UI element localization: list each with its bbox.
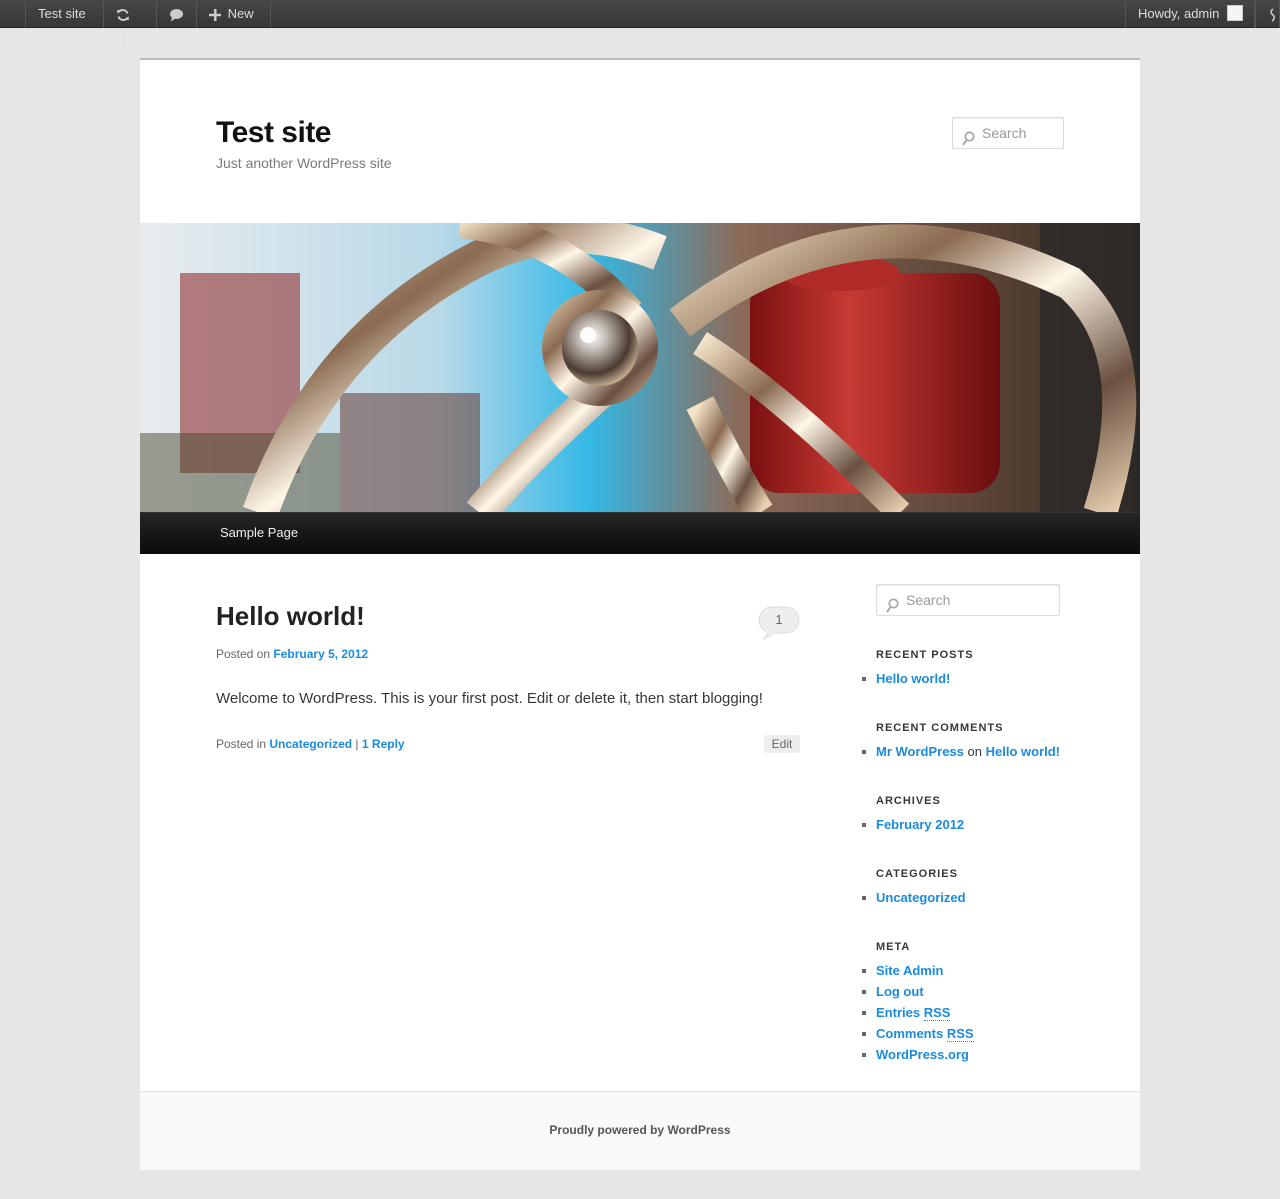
admin-bar-edge-tab[interactable] (1254, 0, 1280, 28)
admin-bar-account-label: Howdy, admin (1137, 6, 1220, 21)
admin-bar-new-label: New (227, 6, 254, 21)
post-replies-link[interactable]: 1 Reply (362, 737, 405, 751)
search-icon (886, 593, 899, 623)
post-title[interactable]: Hello world! (216, 601, 365, 632)
list-item: Hello world! (861, 668, 950, 689)
posted-on-label: Posted on (216, 647, 271, 661)
recent-posts-list: Hello world! (861, 668, 950, 689)
edit-post-button[interactable]: Edit (764, 735, 800, 753)
list-item: Comments RSS (862, 1023, 974, 1044)
post-content: Welcome to WordPress. This is your first… (216, 690, 763, 707)
post-footer: Posted in Uncategorized | 1 Reply (216, 737, 405, 751)
avatar-icon (1227, 5, 1243, 22)
list-item: Site Admin (862, 960, 974, 981)
main-navigation: Sample Page (140, 512, 1140, 554)
header-banner-image (140, 223, 1140, 513)
rss-abbr: RSS (923, 1005, 951, 1021)
list-item: Mr WordPress on Hello world! (861, 741, 1060, 762)
site-admin-link[interactable]: Site Admin (876, 963, 943, 978)
admin-bar-updates-count: 1 (120, 33, 128, 48)
recent-posts-title: Recent Posts (876, 649, 974, 661)
search-icon (962, 126, 975, 156)
recent-comments-list: Mr WordPress on Hello world! (861, 741, 1060, 762)
meta-separator: | (355, 737, 359, 751)
category-link[interactable]: Uncategorized (876, 890, 966, 905)
post-category-link[interactable]: Uncategorized (269, 737, 352, 751)
list-item: Uncategorized (862, 887, 966, 908)
comment-author-link[interactable]: Mr WordPress (876, 744, 964, 759)
admin-bar-site-label: Test site (38, 6, 86, 21)
site-title[interactable]: Test site (216, 116, 332, 150)
entries-rss-link[interactable]: Entries RSS (876, 1005, 951, 1021)
list-item: WordPress.org (862, 1044, 974, 1065)
admin-bar-new[interactable]: New (197, 0, 271, 28)
archives-title: Archives (876, 795, 941, 807)
categories-list: Uncategorized (862, 887, 966, 908)
plus-icon (209, 6, 225, 21)
comments-label: Comments (876, 1026, 944, 1041)
entries-label: Entries (876, 1005, 921, 1020)
admin-bar-comments[interactable] (157, 0, 197, 28)
list-item: February 2012 (861, 814, 964, 835)
meta-title: Meta (876, 941, 911, 953)
comment-post-link[interactable]: Hello world! (986, 744, 1060, 759)
admin-bar-account[interactable]: Howdy, admin (1124, 0, 1256, 28)
squiggle-icon (1270, 7, 1276, 22)
wordpress-org-link[interactable]: WordPress.org (876, 1047, 969, 1062)
comment-count: 1 (775, 612, 783, 627)
comments-rss-link[interactable]: Comments RSS (876, 1026, 974, 1042)
header-search-placeholder: Search (982, 125, 1027, 141)
comment-count-bubble[interactable]: 1 (758, 606, 800, 641)
nav-item-sample-page[interactable]: Sample Page (220, 513, 298, 553)
refresh-icon (116, 6, 130, 21)
site-tagline: Just another WordPress site (216, 155, 392, 171)
categories-title: Categories (876, 868, 958, 880)
admin-bar-updates[interactable]: 1 (104, 0, 157, 48)
comment-icon (169, 6, 184, 22)
sidebar-search-placeholder: Search (906, 592, 951, 608)
post-date-link[interactable]: February 5, 2012 (273, 647, 368, 661)
footer-credit-link[interactable]: Proudly powered by WordPress (549, 1123, 730, 1137)
header-search-input[interactable]: Search (952, 117, 1064, 149)
meta-list: Site Admin Log out Entries RSS Comments … (862, 960, 974, 1065)
archive-link[interactable]: February 2012 (876, 817, 964, 832)
site-footer: Proudly powered by WordPress (140, 1091, 1140, 1170)
admin-bar-site-link[interactable]: Test site (25, 0, 104, 28)
comment-on-label: on (967, 744, 982, 759)
list-item: Entries RSS (862, 1002, 974, 1023)
archives-list: February 2012 (861, 814, 964, 835)
posted-in-label: Posted in (216, 737, 267, 751)
rss-abbr: RSS (946, 1026, 974, 1042)
post-meta: Posted on February 5, 2012 (216, 647, 368, 661)
log-out-link[interactable]: Log out (876, 984, 924, 999)
list-item: Log out (862, 981, 974, 1002)
recent-comments-title: Recent Comments (876, 722, 1004, 734)
page-container: Test site Just another WordPress site Se… (140, 58, 1140, 1170)
admin-bar: Test site 1 New Howdy, admin (0, 0, 1280, 48)
recent-post-link[interactable]: Hello world! (876, 671, 950, 686)
sidebar-search-input[interactable]: Search (876, 584, 1060, 616)
